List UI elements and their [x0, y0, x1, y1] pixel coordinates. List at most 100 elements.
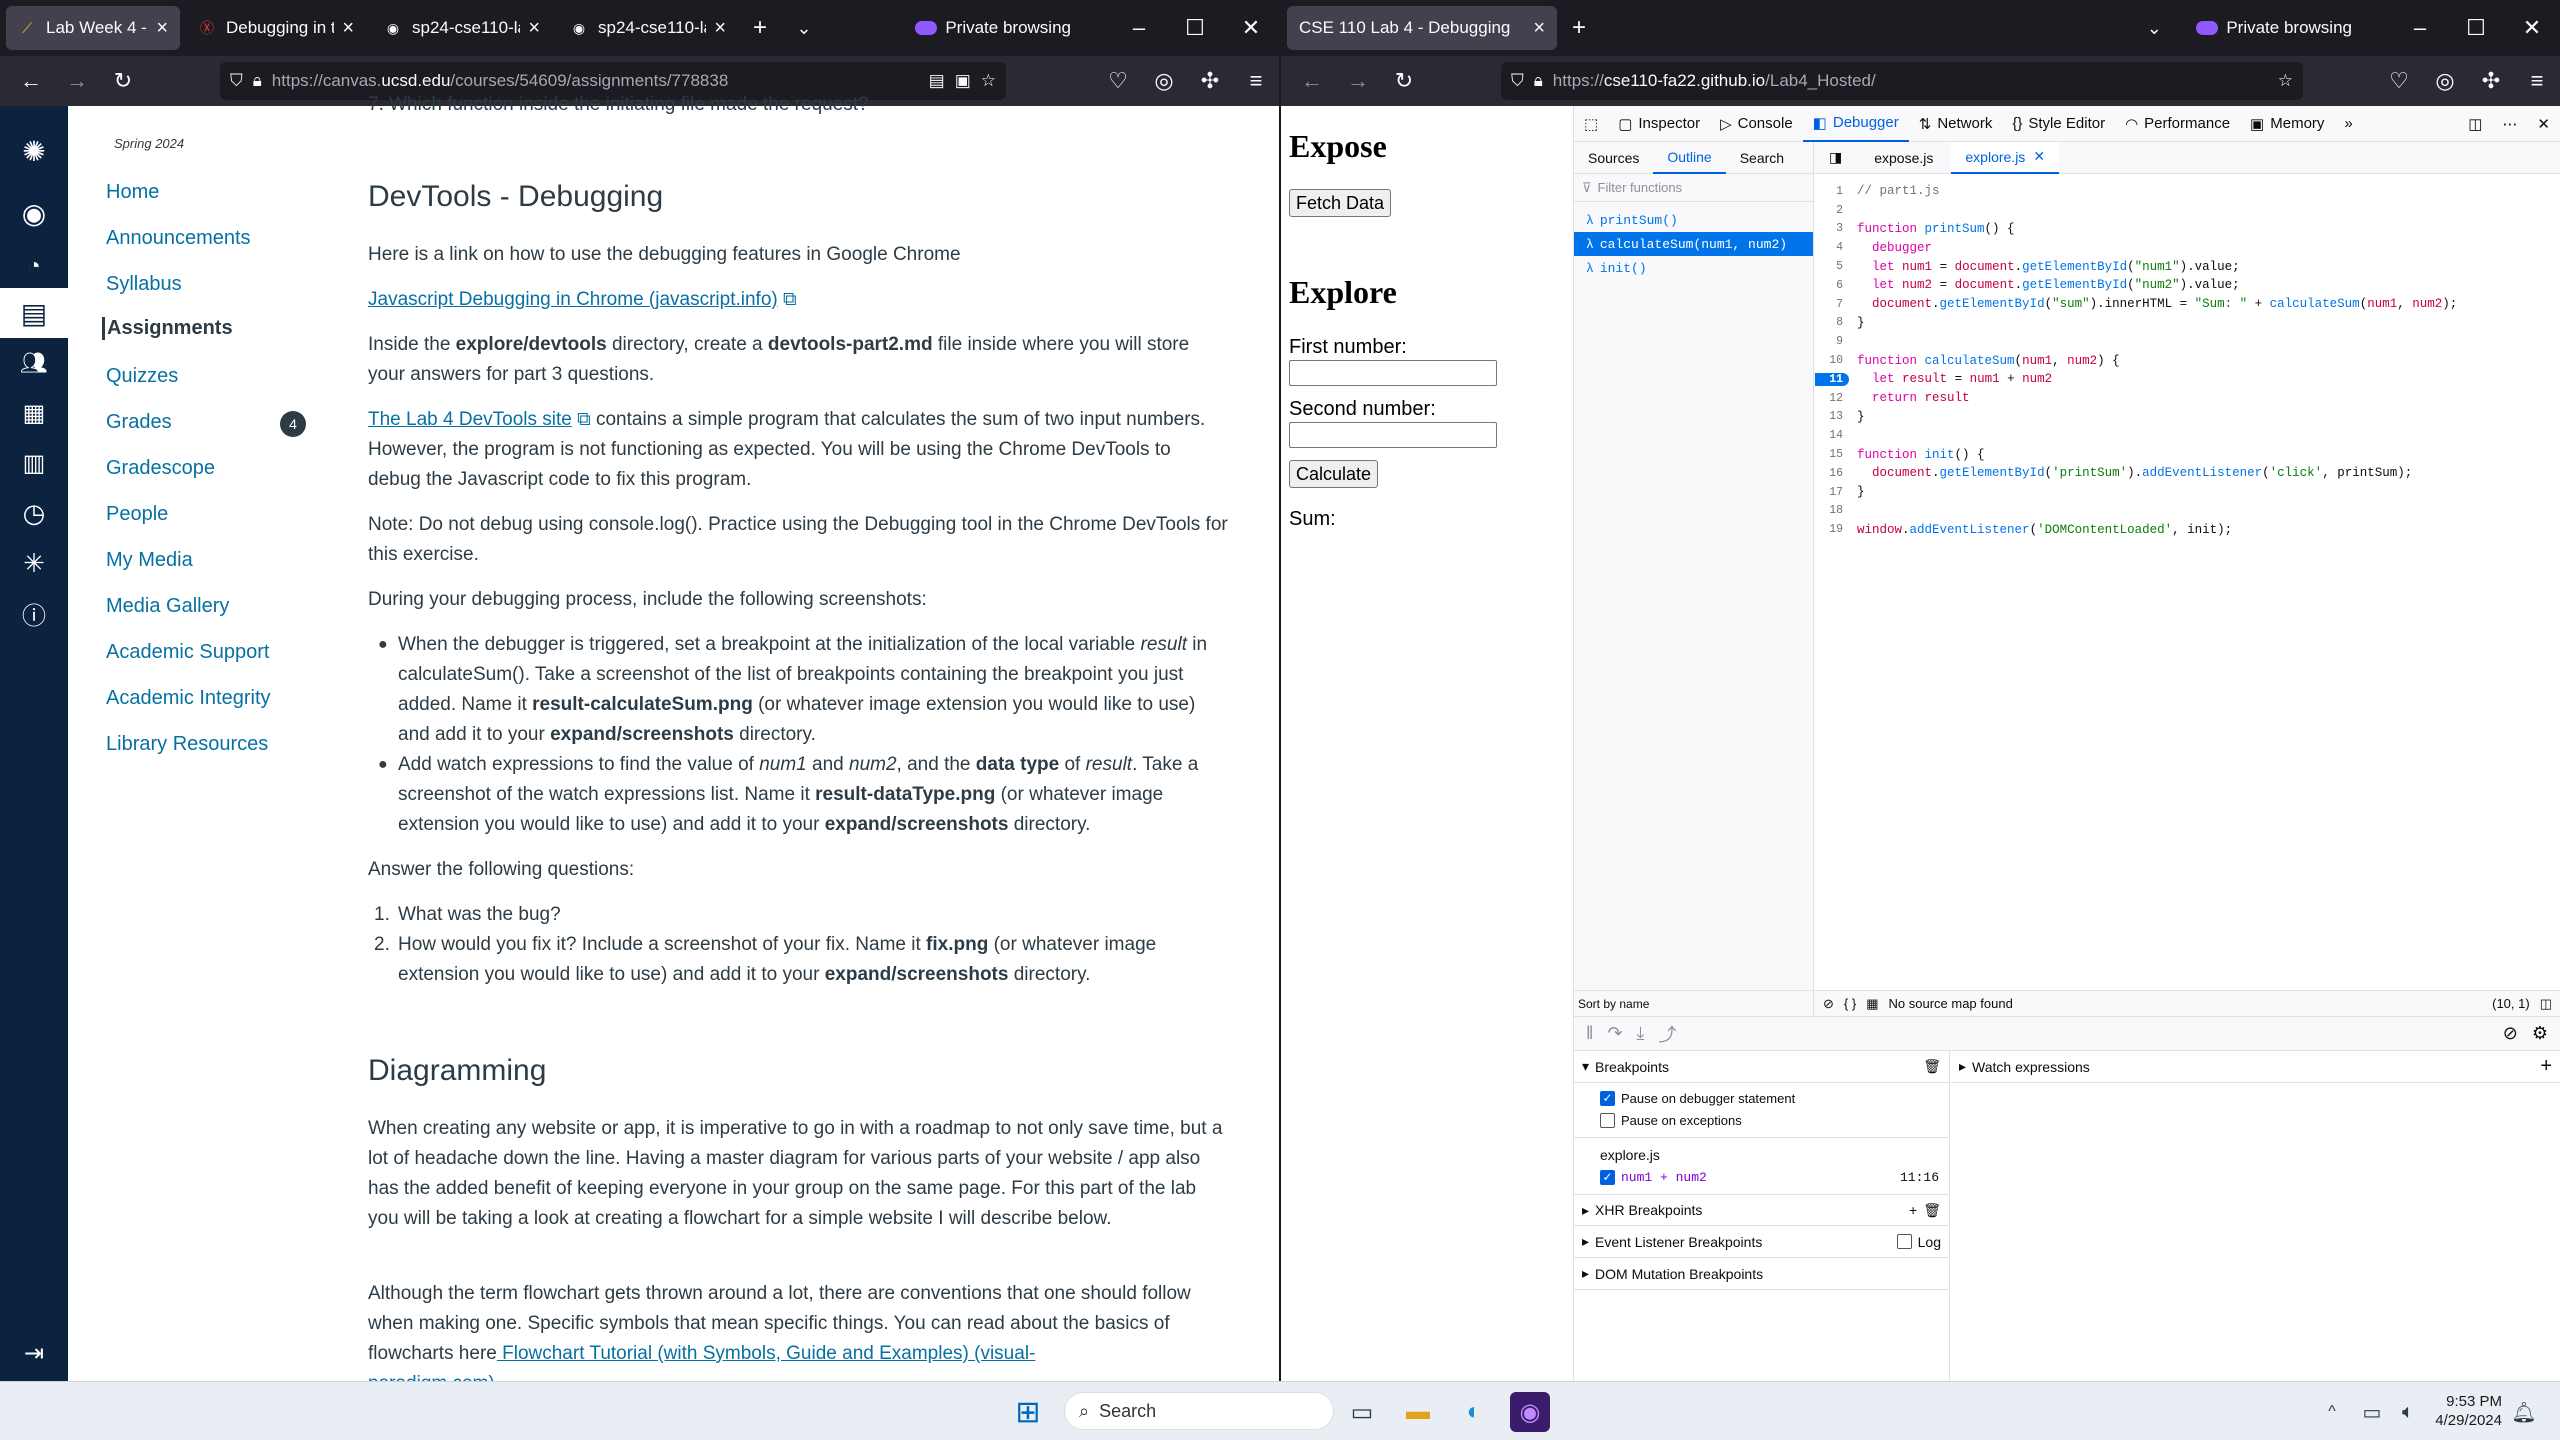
tab-sp24-lab-1[interactable]: ◉ sp24-cse110-lab × [372, 6, 552, 50]
tab-inspector[interactable]: ▢ Inspector [1608, 106, 1710, 142]
bookmark-star-icon[interactable]: ☆ [981, 71, 996, 91]
course-nav-home[interactable]: Home [106, 181, 159, 204]
element-picker-icon[interactable]: ⬚ [1574, 106, 1608, 142]
step-over-icon[interactable]: ↷ [1607, 1023, 1622, 1044]
close-tab-icon[interactable]: × [1533, 17, 1545, 40]
tab-debugging-in-chrome[interactable]: Ⓧ Debugging in th × [186, 6, 366, 50]
file-tab-expose[interactable]: expose.js [1860, 142, 1947, 174]
commons-icon[interactable]: ✳ [0, 538, 68, 588]
show-hidden-icons-icon[interactable]: ^ [2312, 1392, 2352, 1432]
reload-icon[interactable]: ↻ [1381, 68, 1427, 94]
forward-icon[interactable]: → [1335, 68, 1381, 94]
outline-item-selected[interactable]: λ calculateSum(num1, num2) [1574, 232, 1813, 256]
tab-sp24-lab-2[interactable]: ◉ sp24-cse110-lab × [558, 6, 738, 50]
event-listener-breakpoints-header[interactable]: ▸ Event Listener Breakpoints Log [1574, 1226, 1949, 1258]
firefox-private-icon[interactable]: ◉ [1510, 1392, 1550, 1432]
remove-all-breakpoints-icon[interactable]: 🗑︎ [1923, 1058, 1941, 1075]
inbox-icon[interactable]: ▥ [0, 438, 68, 488]
windows-start-icon[interactable]: ⊞ [1008, 1392, 1048, 1432]
calculate-button[interactable]: Calculate [1289, 460, 1379, 488]
minimize-icon[interactable]: – [1111, 15, 1167, 41]
collapse-nav-icon[interactable]: ⇥ [0, 1328, 68, 1378]
checkbox-checked[interactable]: ✓ [1600, 1090, 1615, 1106]
course-nav-syllabus[interactable]: Syllabus [106, 273, 182, 296]
outline-item[interactable]: λ init() [1574, 256, 1813, 280]
tab-network[interactable]: ⇅ Network [1909, 106, 2003, 142]
reader-view-icon[interactable]: ▤ [929, 71, 945, 91]
line-number[interactable]: 15 [1815, 448, 1849, 461]
reload-icon[interactable]: ↻ [100, 68, 146, 94]
add-watch-icon[interactable]: + [2540, 1055, 2552, 1078]
subtab-sources[interactable]: Sources [1574, 142, 1653, 174]
line-number[interactable]: 5 [1815, 260, 1849, 273]
volume-icon[interactable]: 🔈︎ [2388, 1392, 2428, 1432]
add-icon[interactable]: + [1909, 1202, 1917, 1218]
fetch-data-button[interactable]: Fetch Data [1289, 189, 1392, 217]
groups-icon[interactable]: 👥︎ [0, 338, 68, 388]
tab-performance[interactable]: ◠ Performance [2115, 106, 2240, 142]
step-in-icon[interactable]: ⤓ [1637, 1023, 1645, 1044]
new-tab-icon[interactable]: + [1557, 14, 1601, 42]
subtab-search[interactable]: Search [1726, 142, 1798, 174]
line-number[interactable]: 12 [1815, 392, 1849, 405]
more-tabs-icon[interactable]: » [2334, 106, 2362, 142]
url-text[interactable]: https://cse110-fa22.github.io/Lab4_Hoste… [1553, 71, 2268, 91]
network-status-icon[interactable]: ▭ [2352, 1392, 2392, 1432]
line-number[interactable]: 19 [1815, 523, 1849, 536]
url-bar[interactable]: ⛉ 🔒︎ https://cse110-fa22.github.io/Lab4_… [1501, 62, 2303, 100]
close-tab-icon[interactable]: × [156, 17, 168, 40]
line-number[interactable]: 17 [1815, 486, 1849, 499]
notifications-bell-icon[interactable]: 🔔︎ [2504, 1392, 2544, 1432]
breakpoint-marker[interactable]: 11 [1815, 372, 1849, 386]
course-nav-my-media[interactable]: My Media [106, 549, 193, 572]
tab-lab4-debugging[interactable]: CSE 110 Lab 4 - Debugging × [1287, 6, 1557, 50]
line-number[interactable]: 1 [1815, 185, 1849, 198]
line-number[interactable]: 7 [1815, 298, 1849, 311]
first-number-input[interactable] [1289, 360, 1497, 386]
close-tab-icon[interactable]: × [528, 17, 540, 40]
menu-icon[interactable]: ≡ [1233, 68, 1279, 94]
course-nav-quizzes[interactable]: Quizzes [106, 365, 178, 388]
checkbox-checked[interactable]: ✓ [1600, 1169, 1615, 1185]
subtab-outline[interactable]: Outline [1653, 142, 1726, 174]
second-number-input[interactable] [1289, 422, 1497, 448]
close-window-icon[interactable]: ✕ [1223, 15, 1279, 41]
file-explorer-icon[interactable]: ▬ [1398, 1392, 1438, 1432]
breakpoints-section-header[interactable]: ▾ Breakpoints 🗑︎ [1574, 1051, 1949, 1083]
step-out-icon[interactable]: ⤴ [1659, 1021, 1677, 1047]
url-text[interactable]: https://canvas.ucsd.edu/courses/54609/as… [272, 71, 919, 91]
course-nav-library-resources[interactable]: Library Resources [106, 733, 268, 756]
extensions-icon[interactable]: ✣ [2468, 68, 2514, 94]
breakpoint-entry[interactable]: ✓ num1 + num2 11:16 [1574, 1166, 1949, 1188]
task-view-icon[interactable]: ▭ [1342, 1392, 1382, 1432]
bookmark-star-icon[interactable]: ☆ [2278, 71, 2293, 91]
help-icon[interactable]: ⓘ [0, 588, 68, 638]
list-tabs-icon[interactable]: ⌄ [782, 18, 826, 39]
new-tab-icon[interactable]: + [738, 14, 782, 42]
course-nav-grades[interactable]: Grades [106, 411, 172, 434]
lab4-devtools-site-link[interactable]: The Lab 4 DevTools site [368, 409, 572, 430]
close-tab-icon[interactable]: × [342, 17, 354, 40]
blackbox-icon[interactable]: ⊘ [1823, 996, 1834, 1012]
dom-mutation-breakpoints-header[interactable]: ▸ DOM Mutation Breakpoints [1574, 1258, 1949, 1290]
forward-icon[interactable]: → [54, 68, 100, 94]
delete-icon[interactable]: 🗑︎ [1923, 1202, 1941, 1219]
pocket-icon[interactable]: ♡ [2376, 68, 2422, 94]
back-icon[interactable]: ← [1289, 68, 1335, 94]
devtools-menu-icon[interactable]: ⋯ [2492, 106, 2527, 142]
line-number[interactable]: 16 [1815, 467, 1849, 480]
dashboard-icon[interactable]: ◔ [0, 241, 68, 291]
watch-expressions-header[interactable]: ▸ Watch expressions + [1951, 1051, 2560, 1083]
pretty-print-icon[interactable]: { } [1844, 996, 1856, 1011]
courses-icon[interactable]: ▤ [0, 288, 68, 338]
filter-functions-input[interactable]: ⊽ Filter functions [1574, 174, 1813, 202]
close-file-icon[interactable]: ✕ [2033, 148, 2045, 165]
javascript-debugging-link[interactable]: Javascript Debugging in Chrome (javascri… [368, 289, 778, 310]
settings-gear-icon[interactable]: ⚙ [2532, 1023, 2548, 1044]
flowchart-tutorial-link-cont[interactable]: paradigm.com) [368, 1373, 495, 1381]
tab-console[interactable]: ▷ Console [1710, 106, 1803, 142]
picture-icon[interactable]: ▣ [955, 71, 971, 91]
line-number[interactable]: 8 [1815, 316, 1849, 329]
back-icon[interactable]: ← [8, 68, 54, 94]
maximize-icon[interactable]: ☐ [1167, 15, 1223, 41]
